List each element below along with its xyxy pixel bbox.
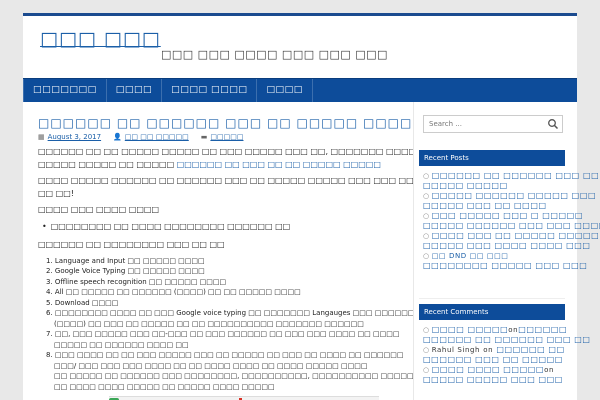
- post-category[interactable]: □□□□□: [210, 133, 243, 141]
- recent-post-item-continuation[interactable]: □□□□□ □□□□□: [423, 181, 573, 191]
- recent-comments-heading: Recent Comments: [419, 304, 565, 320]
- list-item-continuation: (□□□□) □□ □□□ □□ □□□□□ □□ □□ □□□□□□□□□□ …: [54, 319, 364, 328]
- comment-post-link[interactable]: □□□□□□ □□: [496, 345, 564, 354]
- list-item: 2. Google Voice Typing □□ □□□□□ □□□□: [46, 267, 205, 275]
- user-icon: 👤: [113, 133, 122, 141]
- post-meta: ▦ August 3, 2017 👤 □□ □□ □□□□□ ▬ □□□□□: [38, 133, 243, 141]
- paragraph: □□□□ □□□□□ □□□□□□ □□ □□□□□□ □□□ □□ □□□□□…: [38, 175, 413, 200]
- list-item: 3. Offline speech recognition □□ □□□□□ □…: [46, 277, 227, 286]
- nav-item-home[interactable]: □□□□□□□: [23, 79, 107, 102]
- recent-post-item[interactable]: ○ □□□□□□ □□ □□□□□□ □□□ □□: [423, 171, 599, 181]
- recent-post-item[interactable]: ○ □□ DND □□ □□□: [423, 251, 573, 261]
- recent-post-item-continuation[interactable]: □□□□□□□□ □□□□□ □□□ □□□: [423, 261, 587, 271]
- recent-comment-item-continuation[interactable]: □□□□□□ □□□ □□ □□□□□: [423, 355, 573, 365]
- list-item: 7. □□, □□□ □□□□□ □□□ □□-□□□ □□ □□□ □□□□□…: [46, 330, 400, 338]
- folder-icon: ▬: [200, 133, 208, 141]
- site-title[interactable]: □□□ □□□: [40, 28, 161, 50]
- post-date[interactable]: August 3, 2017: [48, 133, 101, 141]
- bullet-icon: ○: [423, 212, 430, 220]
- paragraph-text: □□□□□□ □□ □□ □□□□□ □□□□□ □□ □□□ □□□□□ □□…: [38, 147, 413, 156]
- post-title[interactable]: □□□□□□ □□ □□□□□□ □□□ □□ □□□□□ □□□□□: [38, 116, 413, 130]
- search-form: [423, 115, 563, 133]
- bullet-icon: ○: [423, 192, 430, 200]
- search-input[interactable]: [424, 116, 544, 132]
- paragraph: □□□□ □□□ □□□□ □□□□: [38, 205, 160, 214]
- list-item: 5. Download □□□□: [46, 298, 119, 307]
- comment-author[interactable]: □□□□ □□□□□: [432, 325, 509, 334]
- recent-comment-item: ○ □□□□ □□□□ □□□□□on: [423, 365, 554, 374]
- recent-post-item[interactable]: ○ □□□□□ □□□□□□ □□□□□ □□□: [423, 191, 596, 201]
- site-description: □□□ □□□ □□□□ □□□ □□□ □□□: [161, 48, 388, 61]
- main-content: □□□□□□ □□ □□□□□□ □□□ □□ □□□□□ □□□□□ ▦ Au…: [23, 102, 413, 400]
- comment-post-link[interactable]: □□□□□□: [518, 325, 567, 334]
- comment-author: Rahul Singh: [431, 346, 481, 354]
- sidebar: Recent Posts ○□□□□□□ □□ □□□□□□ □□□ □□ □□…: [414, 102, 600, 400]
- post-screenshot-image: [109, 396, 379, 400]
- site-header: □□□ □□□ □□□ □□□ □□□□ □□□ □□□ □□□: [23, 16, 577, 78]
- bullet-icon: ○: [423, 172, 430, 180]
- post-body: □□□□□□ □□ □□ □□□□□ □□□□□ □□ □□□ □□□□□ □□…: [38, 146, 413, 392]
- bullet-icon: ○: [423, 346, 430, 354]
- calendar-icon: ▦: [38, 133, 45, 141]
- main-nav: □□□□□□□ □□□□ □□□□ □□□□ □□□□: [23, 78, 577, 102]
- comment-author[interactable]: □□□□ □□□□ □□□□□: [432, 365, 544, 374]
- list-item: 4. All □□ □□□□□ □□ □□□□□□ (□□□□) □□ □□ □…: [46, 288, 301, 296]
- recent-comments-list: ○ □□□□ □□□□□on□□□□□□ □□□□□□ □□ □□□□□□ □□□…: [423, 325, 590, 385]
- list-item: 8. □□□ □□□□ □□ □□ □□□ □□□□□ □□□ □□ □□□□□…: [46, 351, 404, 359]
- paragraph-text: □□□□ □□□□□ □□□□□□ □□ □□□□□□ □□□ □□ □□□□□…: [38, 176, 413, 185]
- divider: [419, 298, 565, 299]
- recent-posts-list: ○ □□□□□□ □□ □□□□□□ □□□ □□ □□□□□ □□□□□ ○ □□…: [423, 171, 600, 271]
- list-item: 6. □□□□□□□□ □□□□ □□ □□□ Google voice typ…: [46, 309, 413, 317]
- recent-post-item[interactable]: ○ □□□ □□□□□ □□□ □ □□□□□: [423, 211, 582, 221]
- recent-comment-item-continuation[interactable]: □□□□□ □□□□□ □□□ □□□: [423, 375, 573, 385]
- recent-comment-item-continuation[interactable]: □□□□□□ □□ □□□□□□ □□□ □□: [423, 335, 590, 345]
- search-icon[interactable]: [547, 118, 559, 130]
- recent-comment-item: ○ Rahul Singh on □□□□□□ □□: [423, 345, 565, 354]
- list-item: 1. Language and Input □□ □□□□□ □□□□: [46, 256, 205, 265]
- recent-comment-item: ○ □□□□ □□□□□on□□□□□□: [423, 325, 568, 334]
- list-item-continuation: □□□□□ □□ □□□□□□ □□□□ □□: [54, 340, 189, 349]
- bullet-icon: ○: [423, 232, 430, 240]
- inline-link[interactable]: □□□□□□ □□ □□□ □□ □□ □□□□□ □□□□□: [177, 160, 381, 169]
- bullet-icon: ○: [423, 252, 430, 260]
- paragraph-text: □□ □□!: [38, 188, 74, 198]
- nav-item-2[interactable]: □□□□: [107, 79, 163, 102]
- paragraph: □□□□□□ □□ □□□□□□□□ □□□ □□ □□: [38, 240, 225, 249]
- nav-item-3[interactable]: □□□□ □□□□: [162, 79, 258, 102]
- paragraph: □□□□□□ □□ □□ □□□□□ □□□□□ □□ □□□ □□□□□ □□…: [38, 146, 413, 171]
- nav-item-4[interactable]: □□□□: [257, 79, 313, 102]
- recent-post-item-continuation[interactable]: □□□□□ □□□ □□ □□□□: [423, 201, 573, 211]
- list-item-continuation: □□□/ □□□ □□□ □□□ □□□□ □□ □□ □□□□ □□□□ □□…: [54, 361, 368, 370]
- list-item: □□□□□□□□ □□ □□□□ □□□□□□□□ □□□□□□ □□: [42, 221, 413, 234]
- recent-post-item[interactable]: ○ □□□□ □□□ □□ □□□□□ □□□□□: [423, 231, 599, 241]
- steps-list: 1. Language and Input □□ □□□□□ □□□□ 2. G…: [46, 256, 413, 393]
- list-item-continuation: □□ □□□□ □□□□ □□□□□ □□ □□□□□ □□□□ □□□□□: [54, 382, 275, 391]
- bullet-icon: ○: [423, 326, 430, 334]
- list-item-continuation: □□ □□□□□ □□ □□□□□□ □□□ □□□□□□□□, □□□□□□□…: [54, 372, 413, 380]
- bullet-icon: ○: [423, 366, 430, 374]
- recent-posts-heading: Recent Posts: [419, 150, 565, 166]
- recent-post-item-continuation[interactable]: □□□□□ □□□ □□□□ □□□□ □□□: [423, 241, 590, 251]
- post-author[interactable]: □□ □□ □□□□□: [125, 133, 189, 141]
- bullet-list: □□□□□□□□ □□ □□□□ □□□□□□□□ □□□□□□ □□: [42, 221, 413, 234]
- paragraph-text: □□□□□ □□□□□ □□ □□□□□: [38, 159, 175, 169]
- recent-post-item-continuation[interactable]: □□□□□ □□□□□□ □□□ □□□ □□□□: [423, 221, 600, 231]
